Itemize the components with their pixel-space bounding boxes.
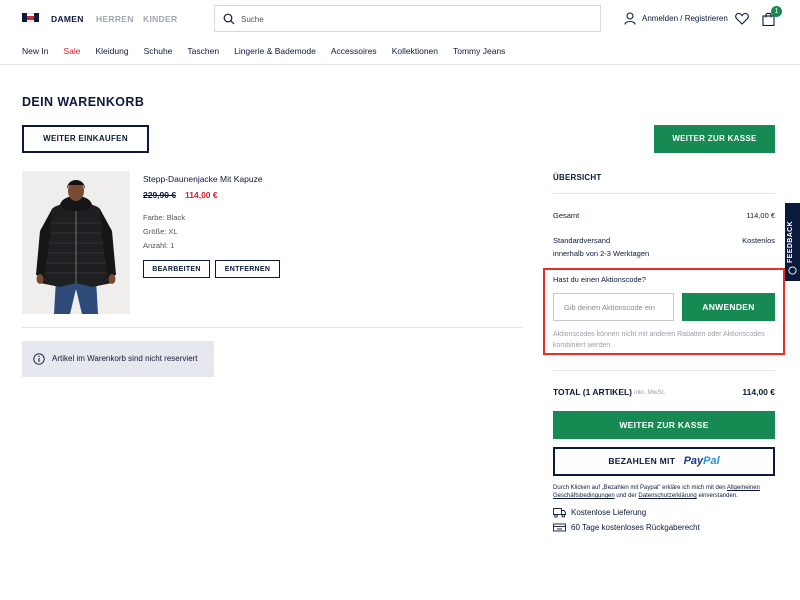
nav-item-tommy-jeans[interactable]: Tommy Jeans [453, 46, 505, 58]
promo-code-input[interactable] [553, 293, 674, 321]
nav-item-kleidung[interactable]: Kleidung [95, 46, 128, 58]
nav-item-schuhe[interactable]: Schuhe [144, 46, 173, 58]
apply-promo-button[interactable]: ANWENDEN [682, 293, 775, 321]
product-price-original: 229,90 € [143, 190, 177, 200]
top-header: DAMEN HERREN KINDER Anmelden / Registrie… [0, 0, 800, 38]
login-register-link[interactable]: Anmelden / Registrieren [642, 14, 728, 23]
returns-icon [553, 523, 566, 532]
summary-shipping-row: Standardversand Kostenlos [553, 236, 775, 245]
paypal-legal-text: Durch Klicken auf „Bezahlen mit Paypal" … [553, 485, 760, 499]
promo-code-note: Aktionscodes können nicht mit anderen Ra… [553, 331, 765, 349]
promo-code-question: Hast du einen Aktionscode? [553, 275, 646, 284]
main-navigation: New In Sale Kleidung Schuhe Taschen Ling… [22, 46, 520, 58]
gender-tab-damen[interactable]: DAMEN [51, 14, 84, 24]
feedback-label: FEEDBACK [787, 220, 794, 263]
product-color: Farbe: Black [143, 213, 186, 222]
nav-item-new-in[interactable]: New In [22, 46, 48, 58]
product-size: Größe: XL [143, 227, 178, 236]
summary-divider [553, 193, 775, 194]
tommy-hilfiger-flag-logo[interactable] [22, 13, 39, 22]
nav-item-kollektionen[interactable]: Kollektionen [392, 46, 438, 58]
edit-item-button[interactable]: BEARBEITEN [143, 260, 210, 278]
nav-item-accessoires[interactable]: Accessoires [331, 46, 377, 58]
nav-item-taschen[interactable]: Taschen [187, 46, 219, 58]
search-icon [223, 13, 235, 25]
product-price-sale: 114,00 € [185, 190, 218, 200]
reservation-notice-text: Artikel im Warenkorb sind nicht reservie… [52, 354, 198, 363]
product-name[interactable]: Stepp-Daunenjacke Mit Kapuze [143, 174, 263, 184]
feedback-chat-icon [788, 266, 797, 275]
privacy-link[interactable]: Datenschutzerklärung [638, 493, 696, 499]
gender-tab-herren[interactable]: HERREN [96, 14, 134, 24]
product-quantity: Anzahl: 1 [143, 241, 175, 250]
summary-subtotal-row: Gesamt 114,00 € [553, 211, 775, 220]
delivery-truck-icon [553, 508, 566, 518]
grand-total-label: TOTAL (1 ARTIKEL) [553, 387, 633, 397]
vat-note: inkl. MwSt. [634, 389, 666, 396]
remove-item-button[interactable]: ENTFERNEN [215, 260, 280, 278]
user-icon[interactable] [624, 12, 636, 25]
wishlist-heart-icon[interactable] [735, 12, 749, 25]
cart-count-badge: 1 [771, 6, 782, 17]
shipping-value: Kostenlos [742, 236, 775, 245]
header-divider [0, 64, 800, 65]
product-image[interactable] [22, 171, 130, 314]
pay-with-paypal-button[interactable]: BEZAHLEN MIT PayPal [553, 447, 775, 476]
nav-item-lingerie[interactable]: Lingerie & Bademode [234, 46, 316, 58]
summary-title: ÜBERSICHT [553, 173, 602, 182]
product-divider [22, 327, 522, 328]
paypal-logo: PayPal [683, 455, 720, 467]
gender-tab-kinder[interactable]: KINDER [143, 14, 177, 24]
paypal-button-label: BEZAHLEN MIT [608, 456, 676, 466]
info-icon [33, 353, 45, 365]
subtotal-label: Gesamt [553, 211, 580, 220]
search-input[interactable] [241, 10, 581, 28]
grand-total-value: 114,00 € [742, 387, 775, 397]
reservation-notice: Artikel im Warenkorb sind nicht reservie… [22, 341, 214, 377]
checkout-button-top[interactable]: WEITER ZUR KASSE [654, 125, 775, 153]
page-title: DEIN WARENKORB [22, 95, 145, 109]
search-box[interactable] [214, 5, 601, 32]
nav-item-sale[interactable]: Sale [63, 46, 80, 58]
total-divider [553, 370, 775, 371]
continue-shopping-button[interactable]: WEITER EINKAUFEN [22, 125, 149, 153]
subtotal-value: 114,00 € [746, 211, 775, 220]
checkout-button[interactable]: WEITER ZUR KASSE [553, 411, 775, 439]
feedback-tab[interactable]: FEEDBACK [785, 203, 800, 281]
shipping-time: innerhalb von 2-3 Werktagen [553, 249, 650, 258]
shipping-label: Standardversand [553, 236, 611, 245]
